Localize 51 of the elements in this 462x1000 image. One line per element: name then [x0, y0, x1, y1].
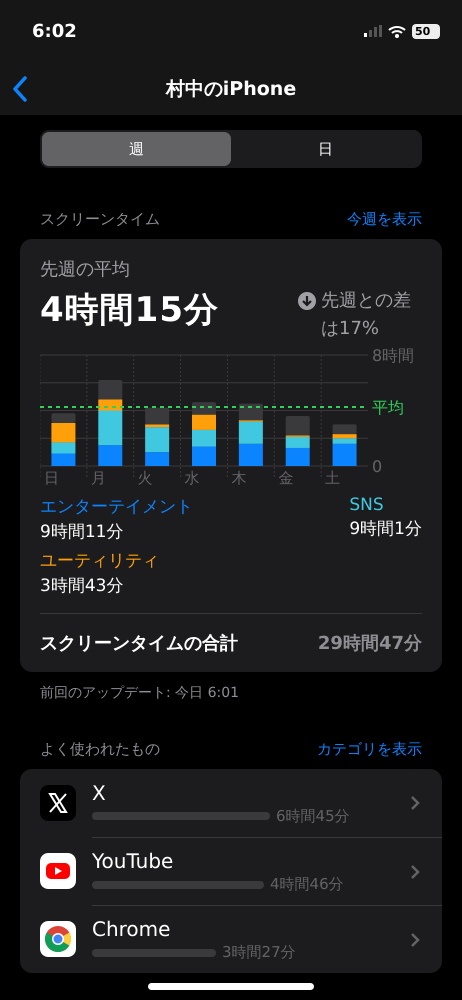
chevron-icon[interactable] [410, 864, 420, 880]
segment-tab[interactable]: 日 [231, 132, 420, 166]
play-button-icon [40, 853, 76, 889]
axis-label: 金 [278, 469, 294, 487]
average-time: 4時間15分 [40, 289, 219, 332]
bar-segment [192, 430, 216, 447]
axis-label: 日 [44, 469, 59, 487]
browser-logo-icon [40, 921, 76, 957]
chevron-icon[interactable] [410, 932, 420, 948]
x-logo-icon [40, 785, 76, 821]
chevron-icon[interactable] [410, 795, 420, 811]
show-week-link[interactable]: 今週を表示 [347, 210, 422, 229]
usage-time: 3時間27分 [222, 943, 296, 962]
signal-icon [364, 25, 382, 37]
axis-label: 0 [372, 457, 382, 476]
category-name: エンターテイメント [40, 496, 194, 518]
battery-icon: 50 [412, 24, 440, 38]
usage-time: 4時間46分 [270, 875, 344, 894]
back-icon[interactable] [12, 76, 28, 102]
total-time: 29時間47分 [318, 632, 422, 655]
axis-label: 月 [90, 469, 106, 487]
average-label: 先週の平均 [40, 258, 131, 281]
update-note: 前回のアップデート: 今日 6:01 [39, 684, 240, 702]
wifi-icon [388, 24, 406, 38]
app-name[interactable]: X [92, 780, 410, 804]
section-header: スクリーンタイム [40, 210, 160, 229]
bar-segment [192, 446, 216, 466]
app-name[interactable]: YouTube [92, 849, 410, 873]
bar-segment [51, 454, 76, 466]
average-label: 平均 [372, 398, 404, 418]
total-label: スクリーンタイムの合計 [40, 632, 238, 655]
category-time: 9時間1分 [349, 518, 422, 540]
status-time: 6:02 [32, 20, 77, 42]
category-name: SNS [349, 495, 384, 515]
section-header: よく使われたもの [40, 740, 160, 759]
axis-label: 8時間 [372, 347, 414, 365]
category-time: 3時間43分 [40, 575, 124, 597]
bar-segment [238, 444, 263, 466]
axis-label: 土 [325, 469, 340, 487]
app-name[interactable]: Chrome [92, 917, 410, 941]
axis-label: 木 [231, 469, 246, 487]
category-time: 9時間11分 [40, 521, 124, 543]
segment-tab[interactable]: 週 [42, 132, 231, 166]
show-categories-link[interactable]: カテゴリを表示 [317, 740, 422, 759]
category-name: ユーティリティ [40, 550, 160, 572]
change-text: 先週との差は17% [321, 289, 412, 341]
axis-label: 火 [138, 469, 153, 487]
nav-title: 村中のiPhone [166, 76, 296, 102]
axis-label: 水 [184, 469, 200, 487]
usage-time: 6時間45分 [276, 806, 350, 826]
bar-segment [192, 414, 216, 430]
